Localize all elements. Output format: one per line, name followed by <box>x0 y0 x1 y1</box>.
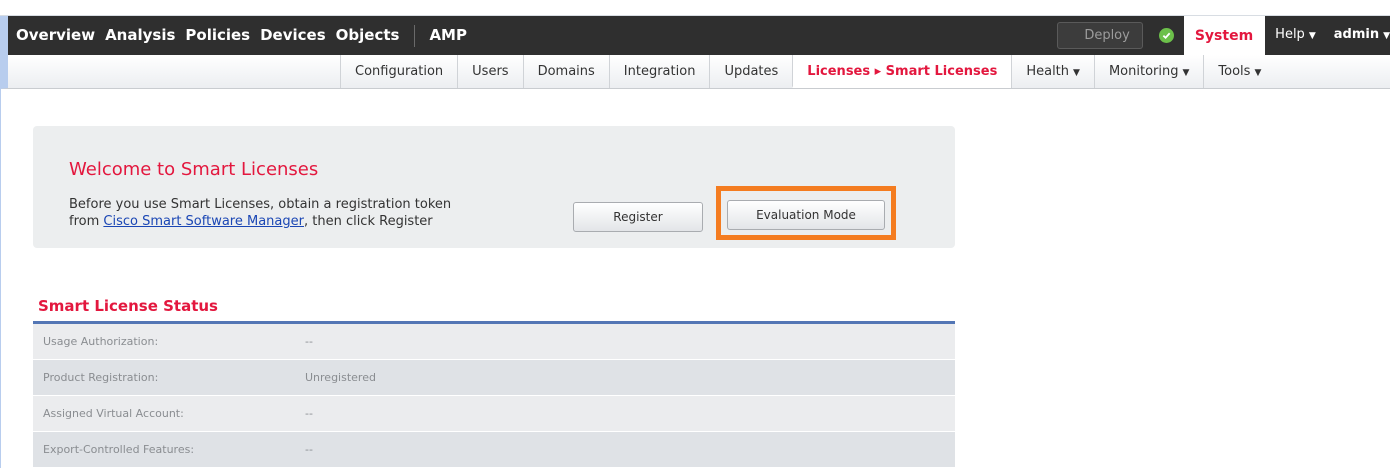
status-value: Unregistered <box>305 371 376 384</box>
chevron-down-icon: ▼ <box>1182 68 1190 78</box>
chevron-down-icon: ▼ <box>1308 31 1316 41</box>
welcome-panel: Welcome to Smart Licenses Before you use… <box>33 126 955 248</box>
window-top-frame <box>0 0 1390 16</box>
subnav-users[interactable]: Users <box>457 55 522 88</box>
welcome-title: Welcome to Smart Licenses <box>69 159 319 180</box>
cisco-smart-software-manager-link[interactable]: Cisco Smart Software Manager <box>103 214 304 229</box>
nav-separator <box>414 24 416 47</box>
subnav-health-label: Health <box>1026 64 1070 79</box>
subnav-health[interactable]: Health ▼ <box>1011 55 1094 88</box>
secondary-nav-bar: Configuration Users Domains Integration … <box>0 55 1390 89</box>
status-row-usage-authorization: Usage Authorization: -- <box>33 324 955 360</box>
chevron-down-icon: ▼ <box>1073 68 1080 78</box>
nav-amp[interactable]: AMP <box>424 16 472 55</box>
primary-nav: Overview Analysis Policies Devices Objec… <box>8 16 472 55</box>
status-label: Usage Authorization: <box>43 335 159 348</box>
register-button[interactable]: Register <box>573 202 703 232</box>
chevron-down-icon: ▼ <box>1254 68 1262 78</box>
welcome-line-1: Before you use Smart Licenses, obtain a … <box>69 197 452 212</box>
status-row-assigned-virtual-account: Assigned Virtual Account: -- <box>33 396 955 432</box>
subnav-tools-label: Tools <box>1218 64 1251 79</box>
help-menu[interactable]: Help ▼ <box>1265 15 1326 56</box>
deploy-button[interactable]: Deploy <box>1056 22 1143 49</box>
nav-policies[interactable]: Policies <box>180 16 255 55</box>
top-navigation-bar: Overview Analysis Policies Devices Objec… <box>0 16 1390 55</box>
status-row-export-controlled-features: Export-Controlled Features: -- <box>33 432 955 468</box>
welcome-line-2: from Cisco Smart Software Manager, then … <box>69 213 451 230</box>
top-right-controls: Deploy System Help ▼ admin ▼ <box>1056 15 1390 56</box>
status-value: -- <box>305 443 313 456</box>
system-tab[interactable]: System <box>1183 16 1266 55</box>
evaluation-mode-button[interactable]: Evaluation Mode <box>727 200 885 230</box>
nav-overview[interactable]: Overview <box>8 16 100 55</box>
subnav-licenses-smart-licenses[interactable]: Licenses ▸ Smart Licenses <box>792 55 1012 88</box>
subnav-tools[interactable]: Tools ▼ <box>1203 55 1275 88</box>
secondary-nav: Configuration Users Domains Integration … <box>340 55 1275 88</box>
welcome-line-2-prefix: from <box>69 214 104 229</box>
subnav-updates[interactable]: Updates <box>709 55 792 88</box>
status-label: Assigned Virtual Account: <box>43 407 184 420</box>
admin-menu[interactable]: admin ▼ <box>1326 15 1390 56</box>
subnav-integration[interactable]: Integration <box>608 55 710 88</box>
status-label: Product Registration: <box>43 371 159 384</box>
left-window-edge <box>0 89 8 468</box>
chevron-down-icon: ▼ <box>1383 31 1390 41</box>
subnav-monitoring-label: Monitoring <box>1108 64 1179 79</box>
smart-license-status-table: Usage Authorization: -- Product Registra… <box>33 324 955 468</box>
help-label: Help <box>1275 27 1305 42</box>
status-row-product-registration: Product Registration: Unregistered <box>33 360 955 396</box>
admin-label: admin <box>1333 27 1380 42</box>
nav-devices[interactable]: Devices <box>255 16 331 55</box>
smart-license-status-title: Smart License Status <box>38 297 218 315</box>
subnav-domains[interactable]: Domains <box>522 55 609 88</box>
status-label: Export-Controlled Features: <box>43 443 195 456</box>
welcome-line-2-suffix: , then click Register <box>303 214 433 229</box>
welcome-description: Before you use Smart Licenses, obtain a … <box>69 196 451 230</box>
subnav-monitoring[interactable]: Monitoring ▼ <box>1093 55 1203 88</box>
nav-objects[interactable]: Objects <box>331 16 405 55</box>
nav-analysis[interactable]: Analysis <box>100 16 180 55</box>
subnav-configuration[interactable]: Configuration <box>340 55 457 88</box>
status-value: -- <box>305 335 313 348</box>
check-circle-icon <box>1158 28 1174 43</box>
status-value: -- <box>305 407 313 420</box>
